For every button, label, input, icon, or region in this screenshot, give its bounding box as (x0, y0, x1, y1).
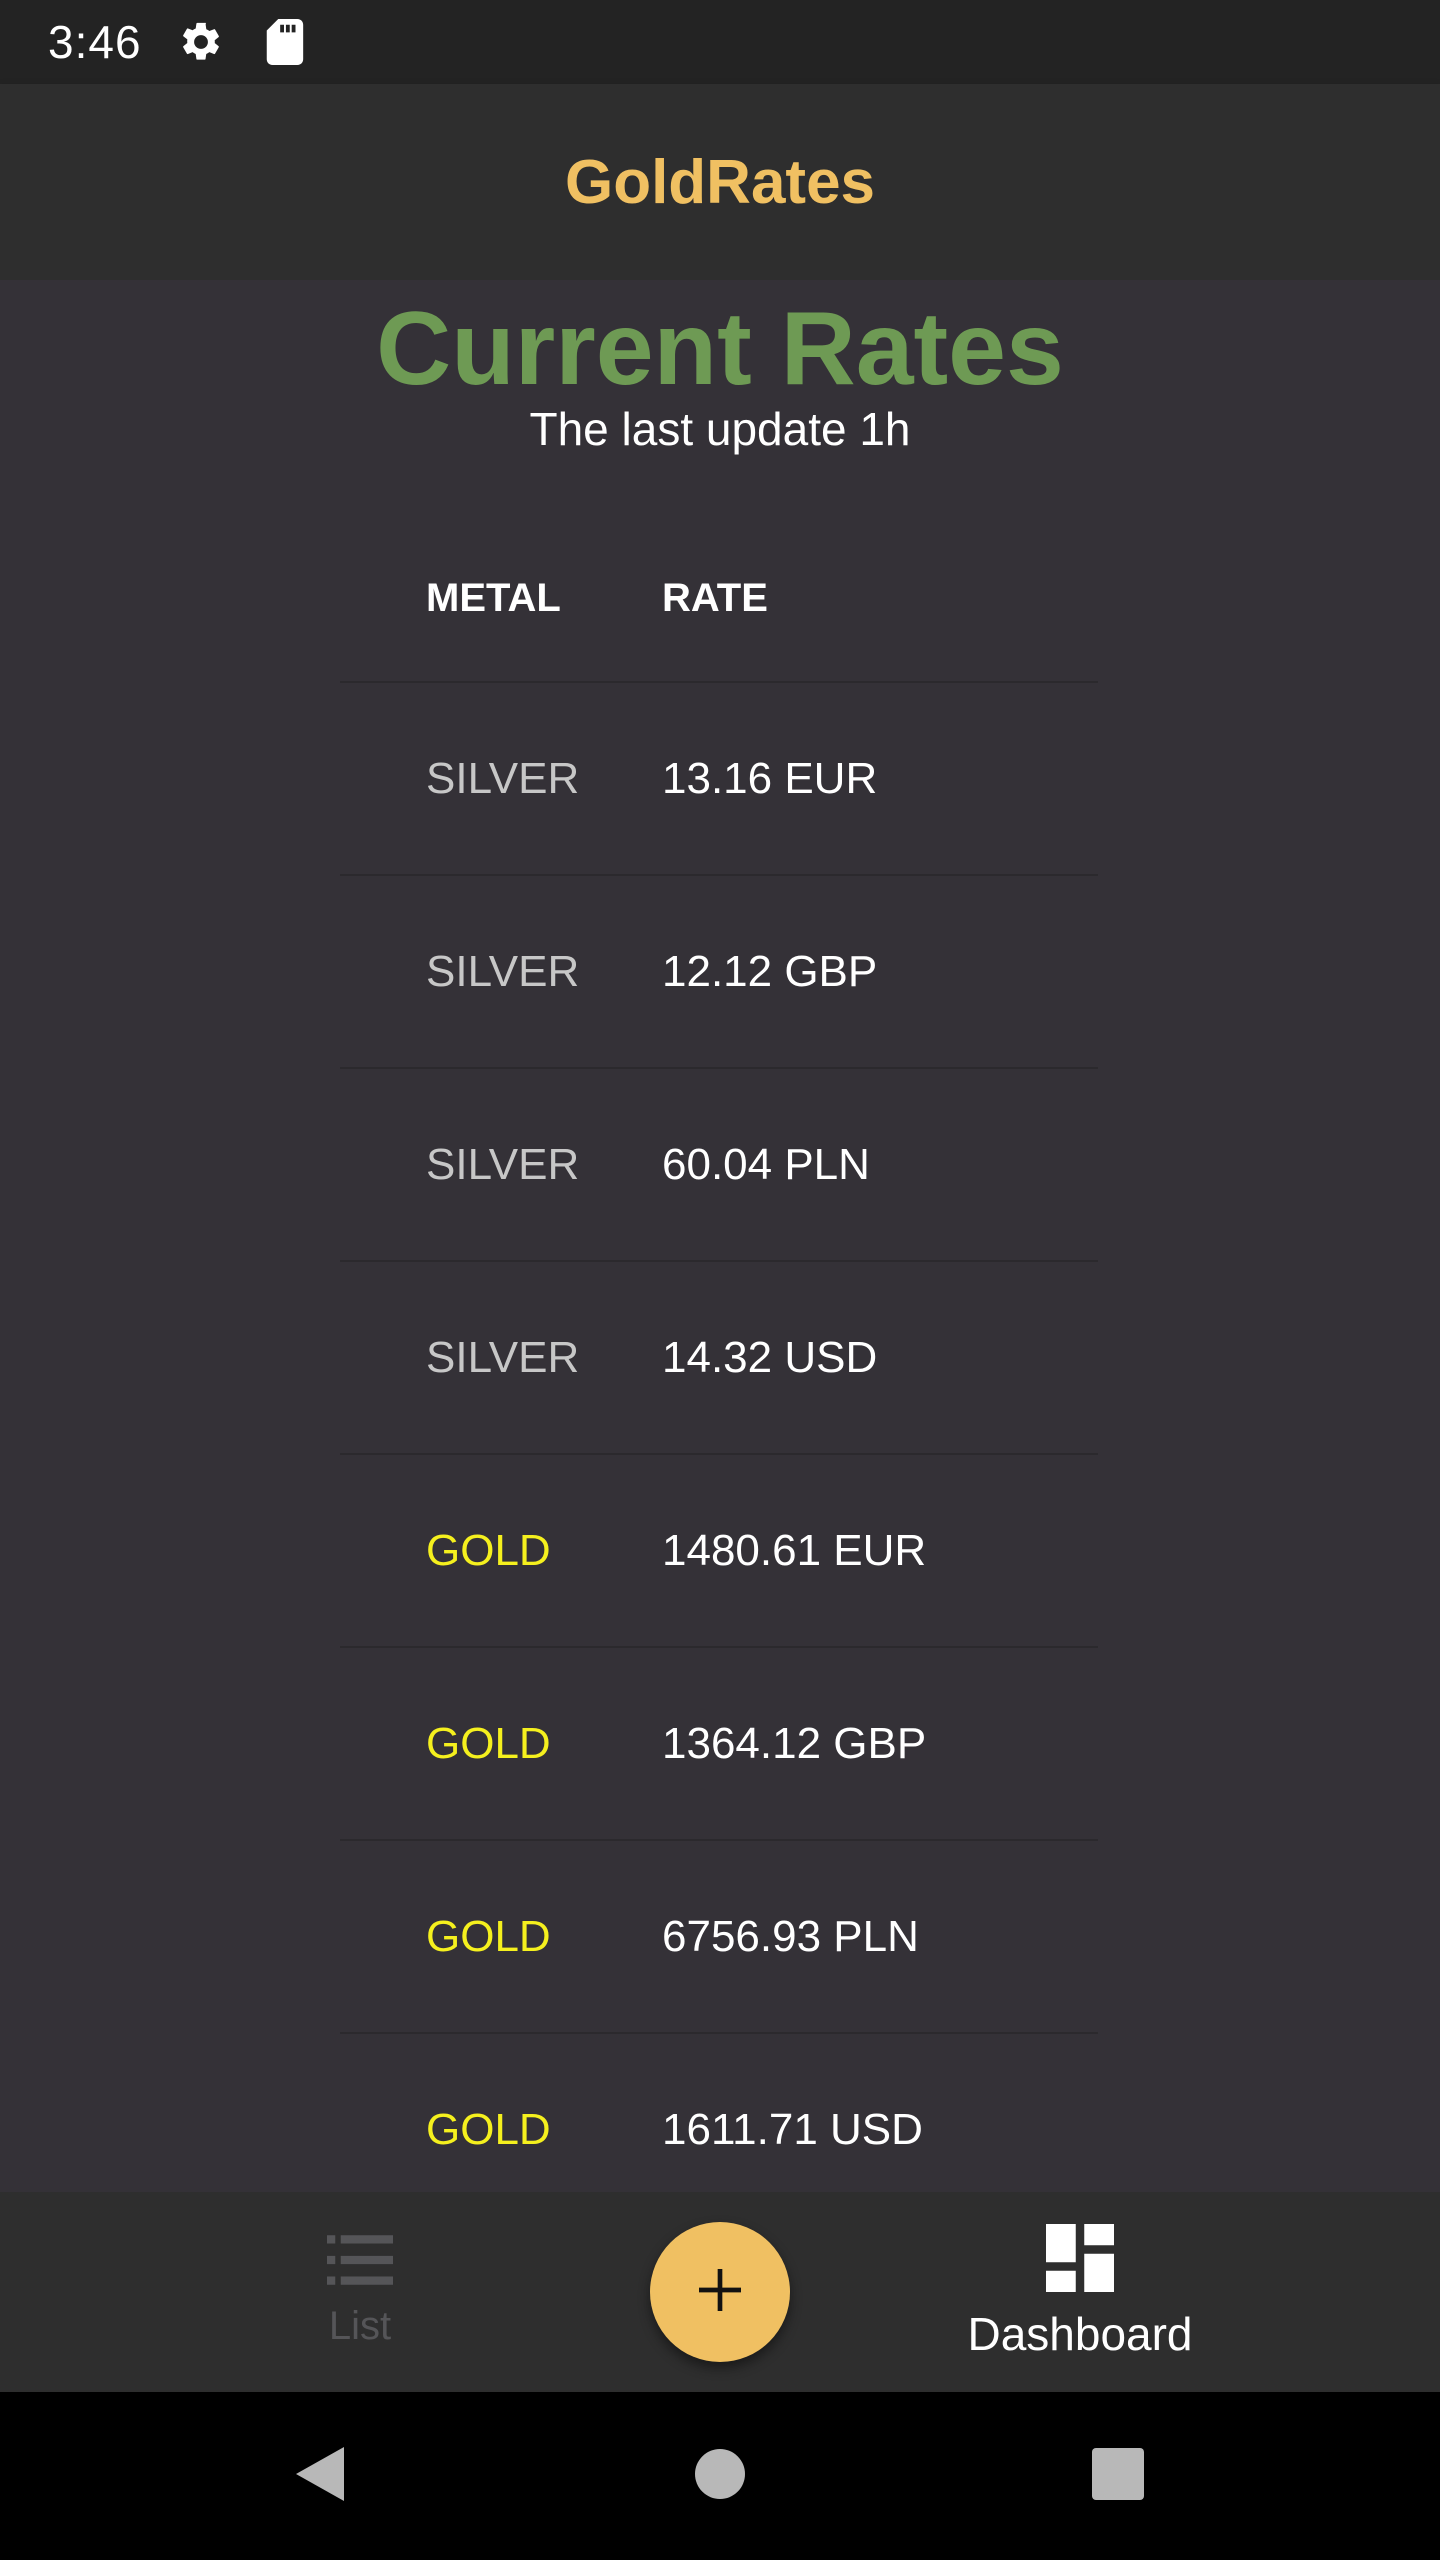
rate-cell: 12.12 GBP (662, 946, 878, 996)
back-button[interactable] (260, 2392, 380, 2560)
table-row[interactable]: GOLD 6756.93 PLN (340, 1841, 1098, 2034)
gear-icon (178, 19, 224, 65)
page-title: Current Rates (376, 291, 1064, 407)
table-row[interactable]: SILVER 60.04 PLN (340, 1069, 1098, 1262)
column-header-rate: RATE (662, 575, 768, 620)
app-title: GoldRates (564, 147, 876, 217)
dashboard-icon (1046, 2223, 1114, 2297)
nav-dashboard-label: Dashboard (967, 2307, 1193, 2360)
system-navigation-bar (0, 2392, 1440, 2560)
rate-cell: 1364.12 GBP (662, 1718, 927, 1768)
bottom-navigation: List Dashboard (0, 2192, 1440, 2392)
table-row[interactable]: GOLD 1364.12 GBP (340, 1648, 1098, 1841)
home-icon (694, 2448, 746, 2505)
metal-cell: GOLD (426, 1911, 551, 1961)
metal-cell: GOLD (426, 1525, 551, 1575)
metal-cell: SILVER (426, 753, 580, 803)
rate-cell: 60.04 PLN (662, 1139, 870, 1189)
rate-cell: 6756.93 PLN (662, 1911, 919, 1961)
app-bar: GoldRates (0, 84, 1440, 280)
table-row[interactable]: GOLD 1480.61 EUR (340, 1455, 1098, 1648)
last-update-text: The last update 1h (529, 403, 911, 455)
status-bar: 3:46 (0, 0, 1440, 84)
rate-cell: 13.16 EUR (662, 753, 878, 803)
nav-list-label: List (328, 2304, 392, 2348)
table-row[interactable]: SILVER 13.16 EUR (340, 683, 1098, 876)
sd-card-icon (264, 19, 304, 65)
rate-cell: 14.32 USD (662, 1332, 878, 1382)
home-button[interactable] (660, 2392, 780, 2560)
metal-cell: GOLD (426, 2104, 551, 2154)
dashboard-content: Current Rates The last update 1h METAL R… (0, 280, 1440, 2192)
nav-item-dashboard[interactable]: Dashboard (940, 2192, 1220, 2392)
metal-cell: SILVER (426, 946, 580, 996)
status-time: 3:46 (48, 16, 142, 68)
plus-icon (692, 2262, 748, 2323)
table-row[interactable]: GOLD 1611.71 USD (340, 2034, 1098, 2192)
metal-cell: SILVER (426, 1139, 580, 1189)
rate-cell: 1611.71 USD (662, 2104, 923, 2154)
table-header: METAL RATE (340, 515, 1098, 683)
table-row[interactable]: SILVER 14.32 USD (340, 1262, 1098, 1455)
back-icon (292, 2443, 348, 2510)
metal-cell: SILVER (426, 1332, 580, 1382)
rates-table: METAL RATE SILVER 13.16 EUR SILVER 12.12… (340, 515, 1098, 2192)
column-header-metal: METAL (426, 575, 561, 620)
add-button[interactable] (650, 2222, 790, 2362)
recents-icon (1091, 2447, 1145, 2506)
metal-cell: GOLD (426, 1718, 551, 1768)
list-icon (327, 2235, 393, 2290)
rate-cell: 1480.61 EUR (662, 1525, 927, 1575)
recents-button[interactable] (1058, 2392, 1178, 2560)
table-row[interactable]: SILVER 12.12 GBP (340, 876, 1098, 1069)
nav-item-list[interactable]: List (270, 2192, 450, 2392)
